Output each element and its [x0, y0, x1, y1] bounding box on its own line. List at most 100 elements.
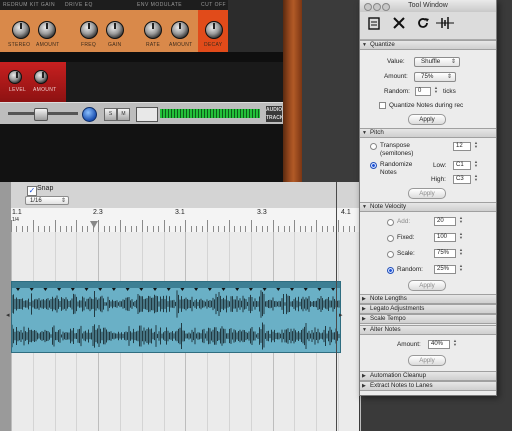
volume-slider-thumb[interactable] — [34, 108, 48, 121]
stepper-icon[interactable]: ▲ ▼ — [452, 339, 458, 349]
amount-knob[interactable] — [34, 70, 48, 84]
transpose-radio[interactable] — [370, 143, 377, 150]
transpose-label: Transpose — [380, 142, 410, 149]
level-knob[interactable] — [8, 70, 22, 84]
timeline-ruler[interactable]: 1.1 1/4 2.3 3.1 3.3 4.1 — [11, 208, 359, 233]
mute-button[interactable]: M — [117, 108, 130, 121]
section-alter-notes[interactable]: ▼ Alter Notes — [360, 325, 496, 335]
alter-apply-button[interactable]: Apply — [408, 355, 446, 366]
gain-knob[interactable] — [106, 21, 124, 39]
high-label: High: — [431, 176, 446, 183]
low-field[interactable]: C1 — [453, 161, 471, 170]
pitch-apply-button[interactable]: Apply — [408, 188, 446, 199]
clipboard-icon[interactable] — [365, 16, 383, 34]
velocity-apply-button[interactable]: Apply — [408, 280, 446, 291]
ruler-tick — [54, 220, 56, 232]
pan-knob[interactable] — [82, 107, 97, 122]
ruler-tick — [120, 220, 121, 232]
velocity-scale-field[interactable]: 75% — [434, 249, 456, 258]
disclosure-closed-icon: ▶ — [362, 306, 366, 312]
section-pitch[interactable]: ▼ Pitch — [360, 128, 496, 138]
quantize-value-select[interactable]: Shuffle ⇕ — [414, 57, 460, 67]
stepper-icon[interactable]: ▲ ▼ — [458, 232, 464, 242]
module-header: Drive Eq — [62, 0, 134, 10]
clip-right-handle-icon[interactable]: ▸ — [339, 311, 343, 319]
clip-left-handle-icon[interactable]: ◂ — [6, 311, 10, 319]
rack-module-gain: Redrum Kit Gain Stereo Amount — [0, 0, 64, 52]
snap-value-select[interactable]: 1/16 ⇕ — [25, 196, 69, 205]
randomize-notes-radio[interactable] — [370, 162, 377, 169]
randomize-label: Randomize — [380, 161, 413, 168]
ruler-tick — [229, 220, 230, 232]
stepper-icon[interactable]: ▲ ▼ — [473, 160, 479, 170]
rate-knob[interactable] — [144, 21, 162, 39]
velocity-fixed-radio[interactable] — [387, 235, 394, 242]
solo-button[interactable]: S — [104, 108, 117, 121]
decay-knob[interactable] — [205, 21, 223, 39]
alter-amount-field[interactable]: 40% — [428, 340, 450, 349]
waveform-icon[interactable] — [436, 16, 454, 34]
disclosure-closed-icon: ▶ — [362, 296, 366, 302]
quantize-apply-button[interactable]: Apply — [408, 114, 446, 125]
rack-module-env: Env Modulate Rate Amount — [134, 0, 200, 52]
section-title: Scale Tempo — [370, 315, 406, 322]
stepper-icon[interactable]: ▲ ▼ — [458, 216, 464, 226]
envelope-icon[interactable] — [136, 107, 158, 122]
ruler-tick — [338, 220, 339, 232]
quantize-amount-select[interactable]: 75% ⇕ — [414, 72, 456, 82]
velocity-fixed-field[interactable]: 100 — [434, 233, 456, 242]
freq-knob[interactable] — [80, 21, 98, 39]
tools-icon[interactable] — [390, 16, 408, 34]
section-note-lengths[interactable]: ▶ Note Lengths — [360, 294, 496, 304]
section-legato-adjustments[interactable]: ▶ Legato Adjustments — [360, 304, 496, 314]
bar-label: 4.1 — [341, 209, 351, 216]
bar-label: 3.3 — [257, 209, 267, 216]
quantize-amount-label: Amount: — [384, 73, 408, 80]
stepper-icon[interactable]: ▲ ▼ — [458, 248, 464, 258]
snap-checkbox[interactable]: ✓ — [27, 186, 37, 196]
end-marker — [336, 182, 337, 431]
stereo-knob[interactable] — [12, 21, 30, 39]
velocity-random-radio[interactable] — [387, 267, 394, 274]
rack-module-dark — [66, 62, 283, 102]
stepper-icon[interactable]: ▲ ▼ — [433, 86, 439, 96]
velocity-add-radio[interactable] — [387, 219, 394, 226]
transpose-field[interactable]: 12 — [453, 142, 471, 151]
stepper-icon[interactable]: ▲ ▼ — [473, 174, 479, 184]
ruler-tick — [76, 220, 78, 232]
song-position-marker[interactable] — [90, 221, 98, 228]
alter-amount-label: Amount: — [397, 341, 421, 348]
tool-window-title: Tool Window — [408, 2, 448, 9]
randomize-sub-label: Notes — [380, 169, 397, 176]
quantize-random-label: Random: — [384, 88, 410, 95]
disclosure-closed-icon: ▶ — [362, 373, 366, 379]
stepper-icon[interactable]: ▲ ▼ — [458, 264, 464, 274]
section-extract-notes[interactable]: ▶ Extract Notes to Lanes — [360, 381, 496, 391]
high-field[interactable]: C3 — [453, 175, 471, 184]
velocity-random-field[interactable]: 25% — [434, 265, 456, 274]
quantize-during-rec-checkbox[interactable] — [379, 102, 386, 109]
module-header: Cut Off — [198, 0, 228, 10]
quantize-value-label: Value: — [387, 58, 405, 65]
audio-clip[interactable] — [11, 281, 341, 353]
quantize-random-field[interactable]: 0 — [415, 87, 431, 96]
rack-empty-space — [0, 124, 283, 182]
amount-knob[interactable] — [38, 21, 56, 39]
velocity-scale-radio[interactable] — [387, 251, 394, 258]
disclosure-open-icon: ▼ — [362, 130, 367, 136]
ruler-tick — [185, 220, 187, 232]
section-automation-cleanup[interactable]: ▶ Automation Cleanup — [360, 371, 496, 381]
velocity-add-field[interactable]: 20 — [434, 217, 456, 226]
ruler-sub-label: 1/4 — [12, 217, 19, 223]
velocity-random-label: Random: — [397, 266, 423, 273]
low-label: Low: — [433, 162, 447, 169]
section-scale-tempo[interactable]: ▶ Scale Tempo — [360, 314, 496, 324]
velocity-scale-label: Scale: — [397, 250, 415, 257]
stepper-icon[interactable]: ▲ ▼ — [473, 141, 479, 151]
section-quantize[interactable]: ▼ Quantize — [360, 40, 496, 50]
section-note-velocity[interactable]: ▼ Note Velocity — [360, 202, 496, 212]
amount-knob[interactable] — [171, 21, 189, 39]
level-meter — [160, 109, 260, 118]
refresh-icon[interactable] — [414, 16, 432, 34]
quantize-amount: 75% — [421, 73, 434, 80]
